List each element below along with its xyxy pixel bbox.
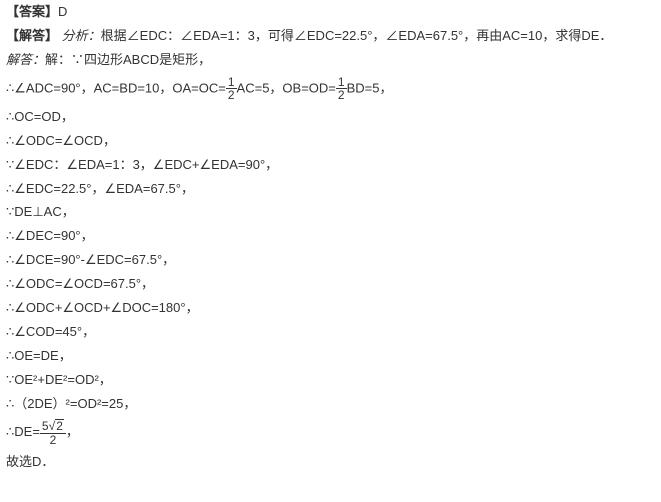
analysis-text: 根据∠EDC：∠EDA=1：3，可得∠EDC=22.5°，∠EDA=67.5°，… <box>101 28 613 43</box>
sqrt-icon: √2 <box>49 419 64 433</box>
step-4c: BD=5， <box>347 80 393 95</box>
fraction-de: 5√22 <box>40 419 66 446</box>
step-line-10: ∴∠DEC=90°， <box>6 228 655 245</box>
answer-label: 【答案】 <box>6 4 58 19</box>
step-line-9: ∵DE⊥AC， <box>6 204 655 221</box>
step-line-18: ∴DE=5√22， <box>6 419 655 446</box>
solution-label: 解答： <box>6 52 45 67</box>
analysis-line: 【解答】 分析：根据∠EDC：∠EDA=1：3，可得∠EDC=22.5°，∠ED… <box>6 28 655 45</box>
step-line-7: ∵∠EDC：∠EDA=1：3，∠EDC+∠EDA=90°， <box>6 157 655 174</box>
step-line-13: ∴∠ODC+∠OCD+∠DOC=180°， <box>6 300 655 317</box>
frac-num: 1 <box>336 76 347 90</box>
frac-den: 2 <box>226 89 237 102</box>
fraction-half-2: 12 <box>336 76 347 102</box>
de-num-5: 5 <box>42 419 49 433</box>
step-line-4: ∴∠ADC=90°，AC=BD=10，OA=OC=12AC=5，OB=OD=12… <box>6 76 655 102</box>
sqrt-radicand: 2 <box>55 419 64 433</box>
step-line-16: ∵OE²+DE²=OD²， <box>6 372 655 389</box>
solution-start-line: 解答：解：∵四边形ABCD是矩形， <box>6 52 655 69</box>
fraction-half-1: 12 <box>226 76 237 102</box>
step-18b: ， <box>66 424 79 439</box>
step-line-8: ∴∠EDC=22.5°，∠EDA=67.5°， <box>6 181 655 198</box>
step-line-15: ∴OE=DE， <box>6 348 655 365</box>
answer-line: 【答案】D <box>6 4 655 21</box>
step-line-5: ∴OC=OD， <box>6 109 655 126</box>
step-line-17: ∴（2DE）²=OD²=25， <box>6 396 655 413</box>
step-4b: AC=5，OB=OD= <box>237 80 336 95</box>
step-18a: ∴DE= <box>6 424 40 439</box>
frac-de-den: 2 <box>40 434 66 447</box>
solution-text-1: 解：∵四边形ABCD是矩形， <box>45 52 211 67</box>
frac-den: 2 <box>336 89 347 102</box>
step-line-12: ∴∠ODC=∠OCD=67.5°， <box>6 276 655 293</box>
answer-value: D <box>58 4 67 19</box>
math-solution-document: 【答案】D 【解答】 分析：根据∠EDC：∠EDA=1：3，可得∠EDC=22.… <box>0 0 661 482</box>
step-line-6: ∴∠ODC=∠OCD， <box>6 133 655 150</box>
step-line-14: ∴∠COD=45°， <box>6 324 655 341</box>
analysis-label: 分析： <box>62 28 101 43</box>
step-line-11: ∴∠DCE=90°-∠EDC=67.5°， <box>6 252 655 269</box>
explain-label: 【解答】 <box>6 28 58 43</box>
step-4a: ∴∠ADC=90°，AC=BD=10，OA=OC= <box>6 80 226 95</box>
conclusion-line: 故选D． <box>6 454 655 471</box>
frac-num: 1 <box>226 76 237 90</box>
frac-de-num: 5√2 <box>40 419 66 434</box>
